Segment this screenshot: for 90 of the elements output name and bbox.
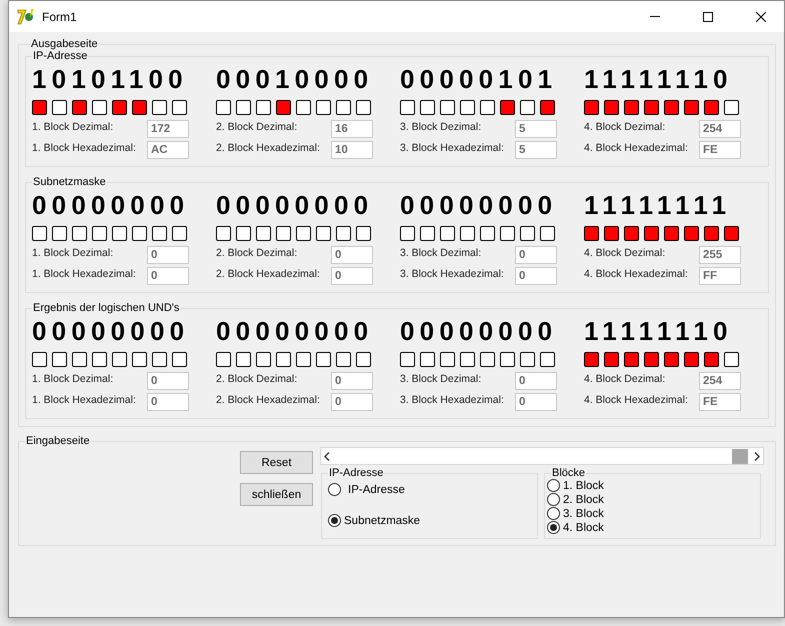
binary-digits: 00000000: [216, 316, 374, 346]
radio-label[interactable]: Subnetzmaske: [344, 514, 420, 526]
group-legend: Ausgabeseite: [30, 38, 99, 50]
binary-digits: 00000000: [216, 190, 374, 220]
hex-field[interactable]: 0: [147, 393, 189, 411]
horizontal-scrollbar[interactable]: [320, 447, 764, 465]
decimal-field[interactable]: 0: [331, 372, 373, 390]
radio-button[interactable]: [547, 521, 560, 534]
binary-digits: 00000000: [32, 190, 190, 220]
decimal-field[interactable]: 254: [699, 120, 741, 138]
radio-label[interactable]: 4. Block: [563, 522, 604, 534]
radio-label[interactable]: 3. Block: [563, 508, 604, 520]
radio-label[interactable]: 1. Block: [563, 480, 604, 492]
radio-button[interactable]: [328, 483, 341, 496]
field-label: 3. Block Hexadezimal:: [400, 394, 504, 406]
maximize-icon: [703, 12, 713, 22]
form-button[interactable]: schließen: [240, 483, 313, 506]
binary-digits: 11111111: [584, 190, 732, 220]
hex-field[interactable]: AC: [147, 141, 189, 159]
group-legend: Eingabeseite: [25, 435, 91, 447]
hex-field[interactable]: FE: [699, 393, 741, 411]
decimal-field[interactable]: 16: [331, 120, 373, 138]
field-label: 2. Block Dezimal:: [216, 121, 298, 133]
decimal-field[interactable]: 0: [147, 246, 189, 264]
group-legend: IP-Adresse: [328, 467, 384, 479]
field-label: 3. Block Dezimal:: [400, 121, 482, 133]
binary-digits: 00010000: [216, 64, 374, 94]
hex-field[interactable]: FE: [699, 141, 741, 159]
field-label: 1. Block Hexadezimal:: [32, 142, 136, 154]
field-label: 2. Block Dezimal:: [216, 247, 298, 259]
field-label: 1. Block Dezimal:: [32, 373, 114, 385]
field-label: 2. Block Dezimal:: [216, 373, 298, 385]
hex-field[interactable]: 5: [515, 141, 557, 159]
decimal-field[interactable]: 5: [515, 120, 557, 138]
hex-field[interactable]: 0: [515, 393, 557, 411]
field-label: 4. Block Dezimal:: [584, 373, 666, 385]
field-label: 1. Block Hexadezimal:: [32, 268, 136, 280]
scroll-right-icon[interactable]: [754, 452, 760, 460]
group-legend: Ergebnis der logischen UND's: [32, 302, 180, 314]
decimal-field[interactable]: 0: [515, 246, 557, 264]
group-legend: IP-Adresse: [32, 50, 88, 62]
decimal-field[interactable]: 254: [699, 372, 741, 390]
binary-digits: 00000000: [400, 190, 558, 220]
binary-digits: 10101100: [32, 64, 189, 94]
binary-digits: 11111110: [584, 64, 734, 94]
decimal-field[interactable]: 0: [147, 372, 189, 390]
field-label: 1. Block Dezimal:: [32, 121, 114, 133]
radio-button[interactable]: [328, 514, 341, 527]
minimize-icon: [650, 16, 660, 17]
field-label: 2. Block Hexadezimal:: [216, 142, 320, 154]
decimal-field[interactable]: 255: [699, 246, 741, 264]
hex-field[interactable]: 0: [515, 267, 557, 285]
field-label: 3. Block Hexadezimal:: [400, 268, 504, 280]
field-label: 3. Block Hexadezimal:: [400, 142, 504, 154]
group-legend: Blöcke: [551, 467, 586, 479]
radio-label[interactable]: 2. Block: [563, 494, 604, 506]
binary-digits: 00000101: [400, 64, 558, 94]
hex-field[interactable]: 0: [147, 267, 189, 285]
radio-button[interactable]: [547, 493, 560, 506]
radio-button[interactable]: [547, 479, 560, 492]
group-legend: Subnetzmaske: [32, 176, 107, 188]
field-label: 4. Block Dezimal:: [584, 121, 666, 133]
field-label: 4. Block Hexadezimal:: [584, 142, 688, 154]
app-icon: [17, 8, 35, 26]
radio-label[interactable]: IP-Adresse: [348, 484, 405, 496]
field-label: 3. Block Dezimal:: [400, 247, 482, 259]
field-label: 3. Block Dezimal:: [400, 373, 482, 385]
close-icon: [756, 12, 766, 22]
decimal-field[interactable]: 0: [515, 372, 557, 390]
decimal-field[interactable]: 172: [147, 120, 189, 138]
radio-button[interactable]: [547, 507, 560, 520]
window-title: Form1: [42, 10, 78, 24]
hex-field[interactable]: 0: [331, 267, 373, 285]
field-label: 1. Block Dezimal:: [32, 247, 114, 259]
scroll-left-icon[interactable]: [324, 452, 330, 460]
field-label: 2. Block Hexadezimal:: [216, 268, 320, 280]
decimal-field[interactable]: 0: [331, 246, 373, 264]
field-label: 4. Block Hexadezimal:: [584, 268, 688, 280]
field-label: 4. Block Dezimal:: [584, 247, 666, 259]
binary-digits: 00000000: [400, 316, 558, 346]
hex-field[interactable]: FF: [699, 267, 741, 285]
field-label: 2. Block Hexadezimal:: [216, 394, 320, 406]
binary-digits: 11111110: [584, 316, 734, 346]
binary-digits: 00000000: [32, 316, 190, 346]
scroll-thumb[interactable]: [732, 448, 748, 464]
field-label: 4. Block Hexadezimal:: [584, 394, 688, 406]
hex-field[interactable]: 0: [331, 393, 373, 411]
form-button[interactable]: Reset: [240, 451, 313, 474]
hex-field[interactable]: 10: [331, 141, 373, 159]
field-label: 1. Block Hexadezimal:: [32, 394, 136, 406]
